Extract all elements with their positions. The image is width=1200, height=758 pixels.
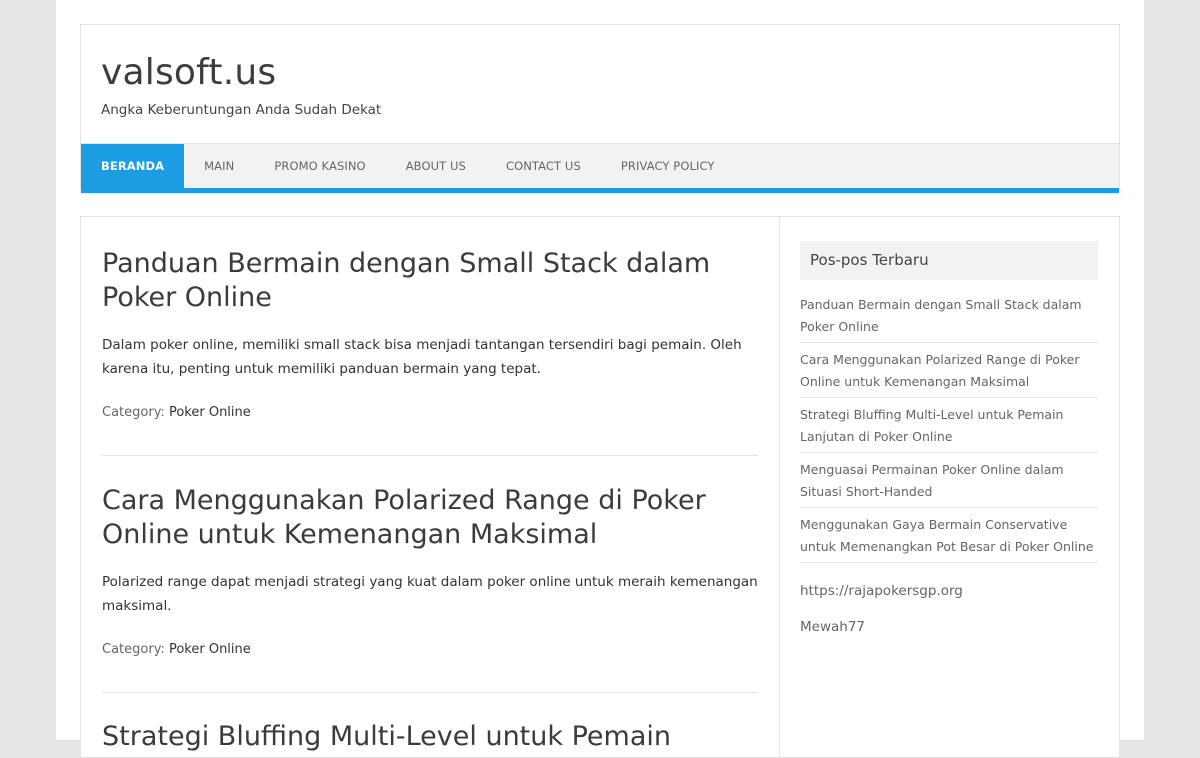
post-title-link[interactable]: Cara Menggunakan Polarized Range di Poke… [102,484,758,552]
content-area: Panduan Bermain dengan Small Stack dalam… [80,216,1120,758]
recent-post-link[interactable]: Panduan Bermain dengan Small Stack dalam… [800,294,1098,343]
sidebar-divider [779,217,780,757]
recent-post-link[interactable]: Strategi Bluffing Multi-Level untuk Pema… [800,404,1098,453]
post-divider [102,692,758,693]
post-excerpt: Dalam poker online, memiliki small stack… [102,337,742,377]
sidebar-link-rajapokersgp[interactable]: https://rajapokersgp.org [800,583,1098,599]
recent-post-link[interactable]: Menggunakan Gaya Bermain Conservative un… [800,514,1098,563]
site-description: Angka Keberuntungan Anda Sudah Dekat [101,102,382,118]
post-item: Strategi Bluffing Multi-Level untuk Pema… [102,720,758,754]
nav-item-main[interactable]: MAIN [184,144,254,188]
sidebar-link-mewah77[interactable]: Mewah77 [800,619,1098,635]
post-item: Panduan Bermain dengan Small Stack dalam… [102,247,758,420]
post-meta: Category: Poker Online [102,642,758,657]
recent-post-link[interactable]: Menguasai Permainan Poker Online dalam S… [800,459,1098,508]
category-link[interactable]: Poker Online [169,642,251,657]
post-title-link[interactable]: Panduan Bermain dengan Small Stack dalam… [102,247,758,315]
site-title[interactable]: valsoft.us [101,51,276,95]
page-container: valsoft.us Angka Keberuntungan Anda Suda… [56,0,1144,758]
post-title-link[interactable]: Strategi Bluffing Multi-Level untuk Pema… [102,720,758,754]
nav-item-contact-us[interactable]: CONTACT US [486,144,601,188]
widget-title-recent-posts: Pos-pos Terbaru [800,241,1098,280]
category-label: Category: [102,642,165,657]
post-item: Cara Menggunakan Polarized Range di Poke… [102,484,758,657]
nav-item-beranda[interactable]: BERANDA [81,144,185,188]
category-link[interactable]: Poker Online [169,405,251,420]
nav-item-privacy-policy[interactable]: PRIVACY POLICY [601,144,735,188]
category-label: Category: [102,405,165,420]
recent-post-link[interactable]: Cara Menggunakan Polarized Range di Poke… [800,349,1098,398]
main-navigation: BERANDA MAIN PROMO KASINO ABOUT US CONTA… [81,143,1119,193]
sidebar: Pos-pos Terbaru Panduan Bermain dengan S… [800,241,1098,635]
nav-item-promo-kasino[interactable]: PROMO KASINO [254,144,385,188]
recent-posts-list: Panduan Bermain dengan Small Stack dalam… [800,294,1098,563]
post-meta: Category: Poker Online [102,405,758,420]
nav-item-about-us[interactable]: ABOUT US [386,144,486,188]
site-header: valsoft.us Angka Keberuntungan Anda Suda… [80,24,1120,193]
post-excerpt: Polarized range dapat menjadi strategi y… [102,574,758,614]
post-divider [102,455,758,456]
